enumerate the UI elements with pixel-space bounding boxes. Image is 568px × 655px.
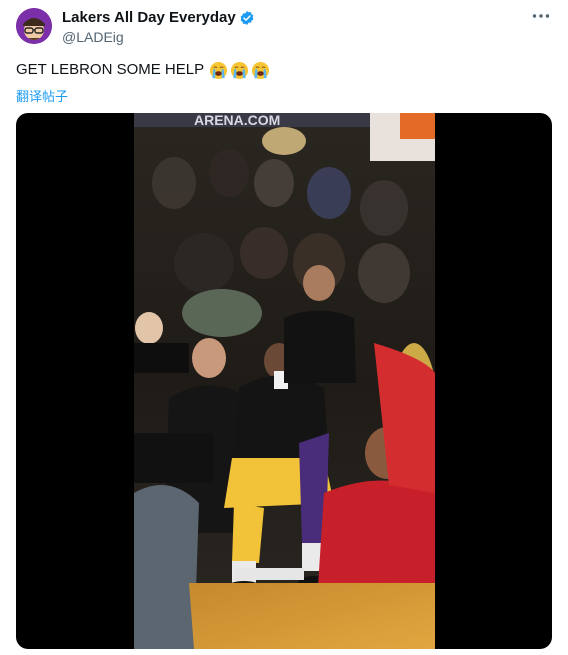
author-avatar[interactable] bbox=[16, 8, 52, 44]
author-handle[interactable]: @LADEig bbox=[62, 29, 124, 46]
loudly-crying-face-emoji-icon bbox=[210, 61, 228, 79]
verified-badge-icon bbox=[239, 10, 255, 26]
video-thumbnail: ARENA.COM bbox=[134, 113, 435, 649]
video-player[interactable]: ARENA.COM bbox=[16, 113, 552, 649]
video-frame[interactable]: ARENA.COM bbox=[134, 113, 435, 649]
display-name-text[interactable]: Lakers All Day Everyday bbox=[62, 9, 236, 27]
loudly-crying-face-emoji-icon bbox=[231, 61, 249, 79]
loudly-crying-face-emoji-icon bbox=[252, 61, 270, 79]
tweet: Lakers All Day Everyday @LADEig GET LEBR… bbox=[0, 0, 568, 655]
avatar-icon bbox=[16, 8, 52, 44]
tweet-text-content: GET LEBRON SOME HELP bbox=[16, 61, 205, 78]
author-display-name[interactable]: Lakers All Day Everyday bbox=[62, 9, 255, 27]
more-options-button[interactable] bbox=[530, 6, 552, 26]
more-horizontal-icon bbox=[532, 14, 550, 18]
translate-post-link[interactable]: 翻译帖子 bbox=[16, 86, 68, 105]
arena-sign-text: ARENA.COM bbox=[194, 113, 280, 128]
tweet-text: GET LEBRON SOME HELP bbox=[16, 60, 270, 80]
